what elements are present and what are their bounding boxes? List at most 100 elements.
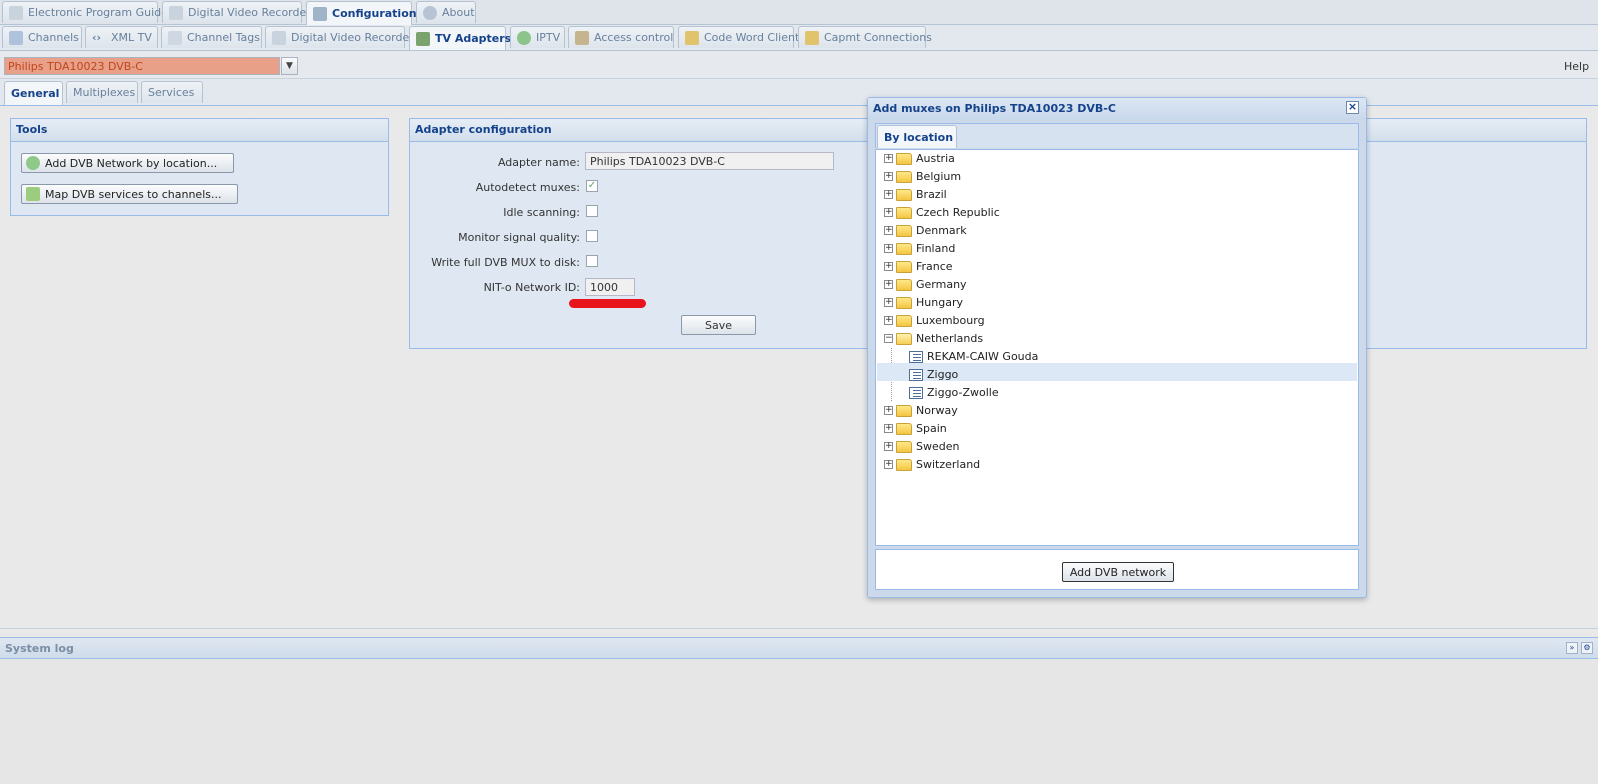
- expand-icon[interactable]: +: [884, 244, 893, 253]
- tab-xml-tv[interactable]: ‹› XML TV: [85, 26, 158, 48]
- adapter-name-label: Adapter name:: [497, 156, 580, 169]
- autodetect-checkbox[interactable]: ✓: [586, 180, 598, 192]
- tree-node-netherlands[interactable]: − Netherlands: [884, 330, 983, 347]
- map-services-button[interactable]: Map DVB services to channels...: [21, 184, 238, 204]
- tab-channels[interactable]: Channels: [2, 26, 82, 48]
- tab-tv-adapters[interactable]: TV Adapters: [409, 26, 511, 50]
- add-dvb-network-button[interactable]: Add DVB Network by location...: [21, 153, 234, 173]
- tab-channel-tags[interactable]: Channel Tags: [161, 26, 262, 48]
- close-icon[interactable]: ×: [1346, 101, 1359, 114]
- users-icon: [575, 30, 589, 45]
- splitter[interactable]: [0, 628, 1598, 633]
- expand-icon[interactable]: +: [884, 316, 893, 325]
- folder-icon: [896, 188, 912, 201]
- expand-icon[interactable]: +: [884, 262, 893, 271]
- config-tab-bar: Channels ‹› XML TV Channel Tags Digital V…: [0, 25, 1598, 51]
- epg-icon: [9, 5, 23, 20]
- expand-icon[interactable]: +: [884, 460, 893, 469]
- collapse-panel-icon[interactable]: »: [1566, 642, 1578, 654]
- main-tab-bar: Electronic Program Guide Digital Video R…: [0, 0, 1598, 25]
- tree-node-hungary[interactable]: + Hungary: [884, 294, 963, 311]
- tab-access-control[interactable]: Access control: [568, 26, 674, 48]
- add-muxes-dialog: Add muxes on Philips TDA10023 DVB-C × By…: [867, 97, 1367, 598]
- tree-node-denmark[interactable]: + Denmark: [884, 222, 967, 239]
- expand-icon[interactable]: +: [884, 406, 893, 415]
- expand-icon[interactable]: +: [884, 424, 893, 433]
- adapter-name-field[interactable]: Philips TDA10023 DVB-C: [585, 152, 834, 170]
- tree-node-spain[interactable]: + Spain: [884, 420, 947, 437]
- write-dvb-mux-label: Write full DVB MUX to disk:: [431, 256, 580, 269]
- recorder-icon: [169, 5, 183, 20]
- help-link[interactable]: Help: [1564, 60, 1589, 73]
- collapse-icon[interactable]: −: [884, 334, 893, 343]
- add-icon: [26, 156, 40, 170]
- network-list-icon: [909, 350, 923, 363]
- folder-icon: [896, 242, 912, 255]
- tab-multiplexes[interactable]: Multiplexes: [66, 81, 138, 103]
- expand-icon[interactable]: +: [884, 298, 893, 307]
- tag-icon: [168, 30, 182, 45]
- tree-leaf-ziggo[interactable]: Ziggo: [909, 366, 958, 383]
- globe-icon: [517, 30, 531, 45]
- save-button[interactable]: Save: [681, 315, 756, 335]
- system-log-header: System log » ⚙: [0, 637, 1598, 659]
- expand-icon[interactable]: +: [884, 190, 893, 199]
- red-annotation-mark: [569, 299, 646, 308]
- expand-icon[interactable]: +: [884, 226, 893, 235]
- adapter-select[interactable]: Philips TDA10023 DVB-C: [4, 57, 280, 75]
- expand-icon[interactable]: +: [884, 442, 893, 451]
- info-icon: [423, 5, 437, 20]
- tab-digital-video-recorder[interactable]: Digital Video Recorder: [162, 1, 311, 23]
- tree-node-switzerland[interactable]: + Switzerland: [884, 456, 980, 473]
- tab-iptv[interactable]: IPTV: [510, 26, 565, 48]
- tools-title: Tools: [11, 119, 388, 142]
- tab-by-location[interactable]: By location: [877, 125, 957, 148]
- key-icon: [685, 30, 699, 45]
- folder-icon: [896, 422, 912, 435]
- tree-leaf-rekam-caiw-gouda[interactable]: REKAM-CAIW Gouda: [909, 348, 1038, 365]
- folder-icon: [896, 206, 912, 219]
- tree-node-luxembourg[interactable]: + Luxembourg: [884, 312, 985, 329]
- location-tree: + Austria + Belgium + Brazil + Czech Republi…: [875, 149, 1359, 546]
- tree-node-belgium[interactable]: + Belgium: [884, 168, 961, 185]
- tab-general[interactable]: General: [4, 81, 63, 105]
- tree-leaf-ziggo-zwolle[interactable]: Ziggo-Zwolle: [909, 384, 999, 401]
- adapter-card-icon: [416, 31, 430, 46]
- expand-icon[interactable]: +: [884, 172, 893, 181]
- system-log-body: [0, 659, 1598, 784]
- idle-scanning-checkbox[interactable]: [586, 205, 598, 217]
- tab-about[interactable]: About: [416, 1, 476, 23]
- tree-node-austria[interactable]: + Austria: [884, 150, 955, 167]
- tree-node-czech-republic[interactable]: + Czech Republic: [884, 204, 1000, 221]
- tab-configuration[interactable]: Configuration: [306, 1, 417, 25]
- expand-icon[interactable]: +: [884, 280, 893, 289]
- tree-node-sweden[interactable]: + Sweden: [884, 438, 959, 455]
- tree-node-germany[interactable]: + Germany: [884, 276, 967, 293]
- write-dvb-mux-checkbox[interactable]: [586, 255, 598, 267]
- add-dvb-network-confirm-button[interactable]: Add DVB network: [1062, 562, 1174, 582]
- chevron-down-icon[interactable]: ▼: [281, 57, 298, 75]
- folder-icon: [896, 152, 912, 165]
- tab-services[interactable]: Services: [141, 81, 203, 103]
- monitor-signal-label: Monitor signal quality:: [458, 231, 580, 244]
- tab-capmt-connections[interactable]: Capmt Connections: [798, 26, 932, 48]
- nit-network-id-field[interactable]: 1000: [585, 278, 635, 296]
- puzzle-icon: [26, 187, 40, 201]
- gear-icon[interactable]: ⚙: [1581, 642, 1593, 654]
- tree-node-norway[interactable]: + Norway: [884, 402, 958, 419]
- tree-node-france[interactable]: + France: [884, 258, 953, 275]
- tree-node-brazil[interactable]: + Brazil: [884, 186, 947, 203]
- tree-node-finland[interactable]: + Finland: [884, 240, 955, 257]
- tv-icon: [9, 30, 23, 45]
- folder-icon: [896, 440, 912, 453]
- folder-open-icon: [896, 332, 912, 345]
- tab-electronic-program-guide[interactable]: Electronic Program Guide: [2, 1, 168, 23]
- monitor-signal-checkbox[interactable]: [586, 230, 598, 242]
- network-list-icon: [909, 386, 923, 399]
- key-icon: [805, 30, 819, 45]
- tab-config-dvr[interactable]: Digital Video Recorder: [265, 26, 414, 48]
- dialog-title: Add muxes on Philips TDA10023 DVB-C: [873, 102, 1116, 115]
- expand-icon[interactable]: +: [884, 208, 893, 217]
- expand-icon[interactable]: +: [884, 154, 893, 163]
- tab-code-word-client[interactable]: Code Word Client: [678, 26, 799, 48]
